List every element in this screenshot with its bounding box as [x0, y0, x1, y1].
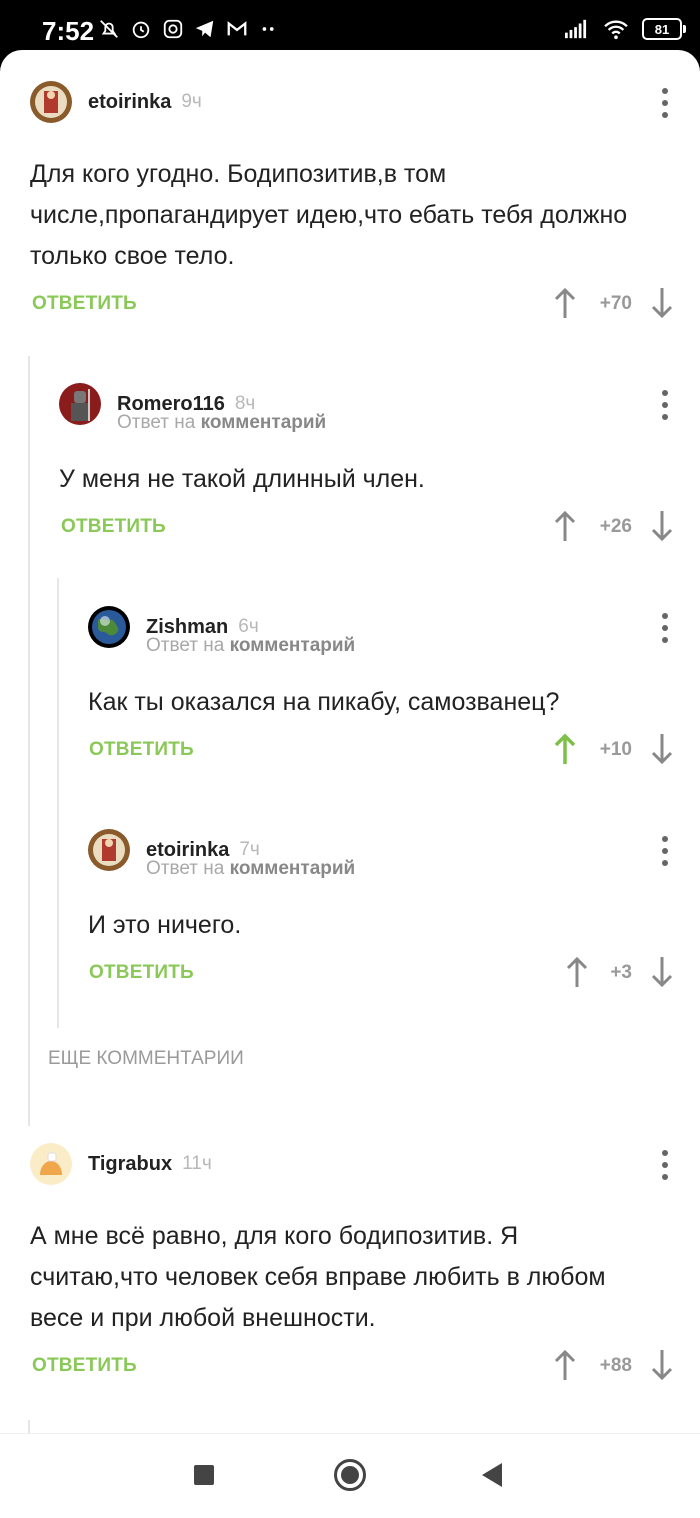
avatar[interactable] — [59, 383, 101, 425]
reply-button[interactable]: ОТВЕТИТЬ — [89, 962, 194, 984]
comment-text: Для кого угодно. Бодипозитив,в том числе… — [30, 160, 628, 270]
recents-square-icon[interactable] — [194, 1465, 214, 1485]
comment-text: А мне всё равно, для кого бодипозитив. Я… — [30, 1222, 606, 1332]
navigation-bar — [0, 1433, 700, 1518]
comment-text: И это ничего. — [88, 911, 242, 939]
wifi-icon — [604, 20, 628, 40]
comment-time: 9ч — [181, 91, 202, 112]
reply-to-prefix: Ответ на — [117, 412, 196, 433]
reply-to-link[interactable]: комментарий — [201, 412, 327, 433]
reply-to-link[interactable]: комментарий — [230, 635, 356, 656]
more-comments-link[interactable]: ЕЩЕ КОММЕНТАРИИ — [48, 1048, 244, 1070]
rating: +10 — [599, 739, 632, 760]
reply-button[interactable]: ОТВЕТИТЬ — [61, 516, 166, 538]
home-circle-icon[interactable] — [334, 1459, 366, 1491]
comment-header: etoirinka 9ч — [30, 80, 202, 124]
avatar[interactable] — [30, 81, 72, 123]
comment-time: 11ч — [182, 1153, 212, 1174]
reply-button[interactable]: ОТВЕТИТЬ — [32, 1355, 137, 1377]
signal-icon — [565, 19, 587, 39]
avatar[interactable] — [88, 829, 130, 871]
upvote-arrow-icon[interactable] — [553, 1348, 577, 1382]
reply-button[interactable]: ОТВЕТИТЬ — [89, 739, 194, 761]
downvote-arrow-icon[interactable] — [650, 955, 674, 989]
upvote-arrow-icon[interactable] — [553, 732, 577, 766]
downvote-arrow-icon[interactable] — [650, 732, 674, 766]
upvote-arrow-icon[interactable] — [553, 286, 577, 320]
comment-text: У меня не такой длинный член. — [59, 465, 425, 493]
rating: +88 — [599, 1355, 632, 1376]
more-dots-icon — [262, 27, 274, 31]
reply-to[interactable]: Ответ на комментарий — [146, 858, 355, 880]
telegram-icon — [195, 20, 214, 38]
back-triangle-icon[interactable] — [482, 1463, 502, 1487]
downvote-arrow-icon[interactable] — [650, 1348, 674, 1382]
reply-to-prefix: Ответ на — [146, 635, 225, 656]
comment-text: Как ты оказался на пикабу, самозванец? — [88, 688, 560, 716]
comments-sheet[interactable]: etoirinka 9ч Для кого угодно. Бодипозити… — [0, 50, 700, 1433]
notification-icons — [98, 18, 280, 40]
reply-to-link[interactable]: комментарий — [230, 858, 356, 879]
thread-line-next — [28, 1420, 30, 1433]
rating: +3 — [610, 962, 632, 983]
comment-actions: ОТВЕТИТЬ +10 — [0, 730, 700, 770]
comment-actions: ОТВЕТИТЬ +26 — [0, 507, 700, 547]
more-options-icon[interactable] — [660, 613, 670, 643]
reply-to[interactable]: Ответ на комментарий — [117, 412, 326, 434]
comment-header: Tigrabux 11ч — [30, 1142, 212, 1186]
comment-actions: ОТВЕТИТЬ +3 — [0, 953, 700, 993]
muted-bell-icon — [100, 20, 118, 38]
downvote-arrow-icon[interactable] — [650, 286, 674, 320]
comment-actions: ОТВЕТИТЬ +88 — [0, 1346, 700, 1386]
reply-to-prefix: Ответ на — [146, 858, 225, 879]
alarm-icon — [132, 21, 150, 39]
more-options-icon[interactable] — [660, 88, 670, 118]
more-options-icon[interactable] — [660, 390, 670, 420]
upvote-arrow-icon[interactable] — [553, 509, 577, 543]
author-name[interactable]: Tigrabux — [88, 1153, 172, 1176]
author-name[interactable]: etoirinka — [88, 91, 171, 114]
status-time: 7:52 — [42, 16, 95, 46]
gmail-icon — [227, 21, 247, 36]
more-options-icon[interactable] — [660, 836, 670, 866]
avatar[interactable] — [88, 606, 130, 648]
battery-icon: 81 — [642, 18, 686, 40]
instagram-icon — [163, 19, 183, 39]
reply-to[interactable]: Ответ на комментарий — [146, 635, 355, 657]
avatar[interactable] — [30, 1143, 72, 1185]
rating: +70 — [599, 293, 632, 314]
rating: +26 — [599, 516, 632, 537]
reply-button[interactable]: ОТВЕТИТЬ — [32, 293, 137, 315]
downvote-arrow-icon[interactable] — [650, 509, 674, 543]
comment-actions: ОТВЕТИТЬ +70 — [0, 284, 700, 324]
system-icons: 81 — [562, 18, 686, 40]
more-options-icon[interactable] — [660, 1150, 670, 1180]
